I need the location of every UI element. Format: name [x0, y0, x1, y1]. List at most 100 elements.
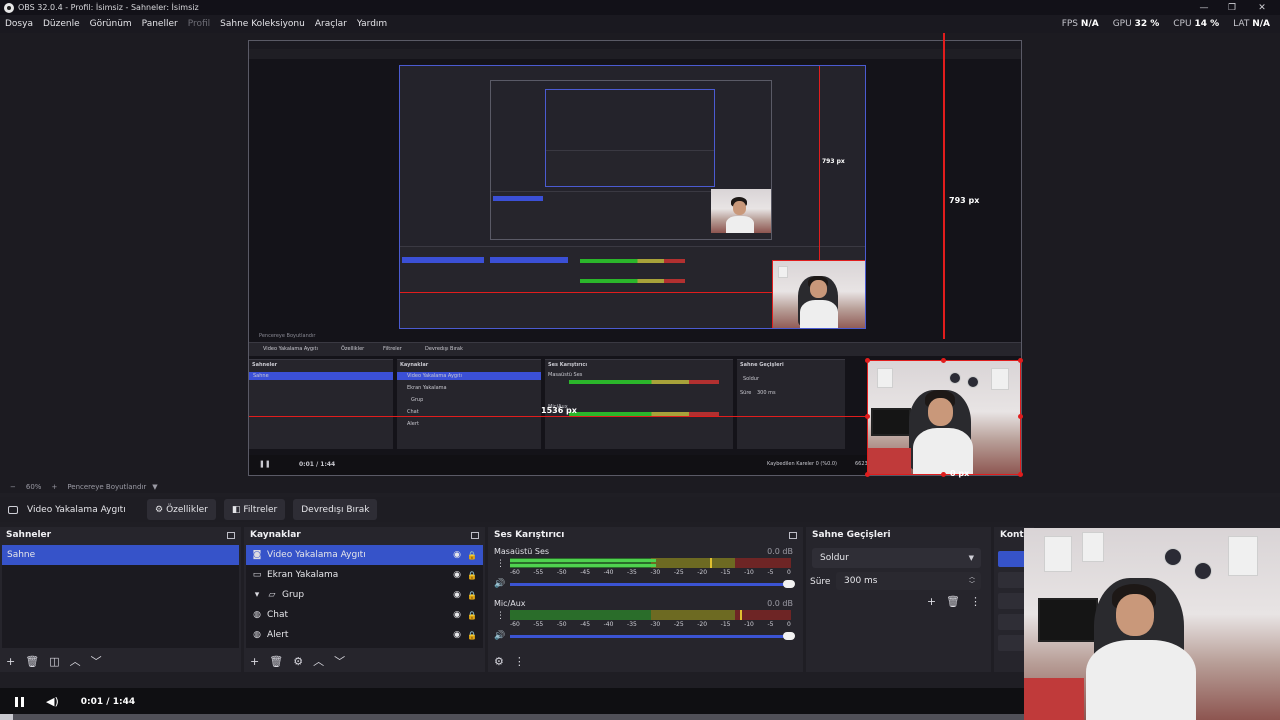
lock-icon[interactable]: 🔒 — [467, 611, 477, 620]
maximize-button[interactable]: ❐ — [1218, 0, 1246, 15]
scenes-dock-header: Sahneler — [0, 527, 241, 543]
speaker-icon[interactable]: 🔊 — [494, 579, 510, 589]
scene-filters-icon[interactable]: ◫ — [49, 655, 59, 668]
zoom-out-button[interactable]: − — [10, 483, 16, 491]
duration-label: Süre — [810, 577, 831, 587]
move-up-icon[interactable]: ︿ — [313, 653, 324, 669]
menu-sahne-koleksiyonu[interactable]: Sahne Koleksiyonu — [215, 19, 310, 29]
pause-icon[interactable] — [15, 696, 24, 707]
undock-icon[interactable] — [471, 531, 479, 539]
scene-item[interactable]: Sahne — [2, 545, 239, 565]
nested-selection-box — [772, 260, 865, 328]
gear-icon[interactable]: ⚙ — [293, 655, 303, 668]
spinner-icon[interactable]: ︿ ﹀ — [969, 574, 975, 588]
resize-handle-tr[interactable] — [1018, 358, 1023, 363]
add-icon[interactable]: + — [250, 655, 259, 668]
add-icon[interactable]: + — [927, 595, 936, 608]
fps-label: FPS — [1061, 19, 1079, 29]
source-item[interactable]: ◍ Alert ◉ 🔒 — [246, 625, 483, 645]
kebab-menu-icon[interactable]: ⋮ — [496, 611, 505, 621]
eye-icon[interactable]: ◉ — [453, 550, 461, 560]
source-item[interactable]: ◍ Chat ◉ 🔒 — [246, 605, 483, 625]
eye-icon[interactable]: ◉ — [453, 590, 461, 600]
volume-slider[interactable] — [510, 579, 795, 588]
facecam-overlay — [1024, 528, 1280, 720]
eye-icon[interactable]: ◉ — [453, 630, 461, 640]
speaker-icon[interactable]: 🔊 — [494, 631, 510, 641]
nested-source-2: Ekran Yakalama — [407, 385, 447, 391]
advanced-audio-icon[interactable]: ⚙ — [494, 655, 504, 668]
zoom-mode-dropdown[interactable]: Pencereye Boyutlandır — [67, 483, 146, 491]
volume-slider-knob[interactable] — [783, 579, 795, 588]
lock-icon[interactable]: 🔒 — [467, 591, 477, 600]
undock-icon[interactable] — [789, 531, 797, 539]
transition-select[interactable]: Soldur ▼ — [812, 548, 981, 568]
menu-gorunum[interactable]: Görünüm — [85, 19, 137, 29]
cpu-label: CPU — [1173, 19, 1192, 29]
meter-red-zone — [734, 610, 791, 620]
nested-source-1: Video Yakalama Aygıtı — [407, 373, 462, 379]
eye-icon[interactable]: ◉ — [453, 570, 461, 580]
eye-icon[interactable]: ◉ — [453, 610, 461, 620]
add-icon[interactable]: + — [6, 655, 15, 668]
mixer-title: Ses Karıştırıcı — [494, 530, 565, 540]
nested-webcam-2 — [711, 189, 771, 233]
resize-handle-bl[interactable] — [865, 472, 870, 477]
resize-handle-tl[interactable] — [865, 358, 870, 363]
deactivate-button[interactable]: Devredışı Bırak — [293, 499, 378, 520]
kebab-menu-icon[interactable]: ⋮ — [970, 595, 981, 608]
source-item[interactable]: ▭ Ekran Yakalama ◉ 🔒 — [246, 565, 483, 585]
trash-icon[interactable]: 🗑 — [25, 655, 39, 668]
source-item-label: Chat — [267, 610, 289, 620]
trash-icon[interactable]: 🗑 — [946, 595, 960, 608]
expand-arrow-icon[interactable]: ▾ — [252, 590, 262, 600]
move-up-icon[interactable]: ︿ — [70, 653, 81, 669]
trash-icon[interactable]: 🗑 — [269, 655, 283, 668]
move-down-icon[interactable]: ﹀ — [91, 653, 102, 669]
resize-handle-br[interactable] — [1018, 472, 1023, 477]
menu-yardim[interactable]: Yardım — [352, 19, 392, 29]
lock-icon[interactable]: 🔒 — [467, 571, 477, 580]
gpu-stat: GPU 32 % — [1113, 19, 1160, 29]
move-down-icon[interactable]: ﹀ — [334, 653, 345, 669]
nested-transitions-title: Sahne Geçişleri — [740, 362, 784, 368]
meter-scale-tick: -20 — [697, 569, 708, 576]
meter-level — [510, 564, 657, 567]
zoom-in-button[interactable]: + — [51, 483, 57, 491]
volume-slider[interactable] — [510, 631, 795, 640]
properties-button[interactable]: ⚙ Özellikler — [147, 499, 216, 520]
meter-scale-tick: -30 — [650, 569, 661, 576]
resize-handle-t[interactable] — [941, 358, 946, 363]
resize-handle-r[interactable] — [1018, 414, 1023, 419]
close-button[interactable]: ✕ — [1248, 0, 1276, 15]
menu-paneller[interactable]: Paneller — [137, 19, 183, 29]
filters-button[interactable]: ◧ Filtreler — [223, 499, 286, 520]
volume-row: 🔊 — [494, 631, 795, 641]
vinyl-record-2 — [1194, 562, 1212, 580]
volume-icon[interactable]: ◀) — [46, 695, 59, 708]
resize-handle-l[interactable] — [865, 414, 870, 419]
volume-row: 🔊 — [494, 579, 795, 589]
person-face — [1116, 594, 1154, 636]
kebab-menu-icon[interactable]: ⋮ — [514, 655, 525, 668]
kebab-menu-icon[interactable]: ⋮ — [496, 559, 505, 569]
channel-db: 0.0 dB — [767, 547, 793, 556]
menu-araclar[interactable]: Araçlar — [310, 19, 352, 29]
zoom-mode-caret-icon[interactable]: ▼ — [152, 483, 157, 491]
lock-icon[interactable]: 🔒 — [467, 551, 477, 560]
undock-icon[interactable] — [227, 531, 235, 539]
minimize-button[interactable]: — — [1190, 0, 1218, 15]
nested-source-4: Chat — [407, 409, 419, 415]
source-item[interactable]: ▾ ▱ Grup ◉ 🔒 — [246, 585, 483, 605]
preview-area[interactable]: 793 px Pencereye Boyutlandır Video Yakal… — [0, 33, 1280, 481]
nested-preview-3 — [545, 89, 715, 187]
selected-webcam-source[interactable] — [867, 360, 1021, 475]
menu-duzenle[interactable]: Düzenle — [38, 19, 85, 29]
duration-field[interactable]: 300 ms ︿ ﹀ — [836, 572, 981, 590]
volume-slider-knob[interactable] — [783, 631, 795, 640]
resize-handle-b[interactable] — [941, 472, 946, 477]
menu-dosya[interactable]: Dosya — [0, 19, 38, 29]
lock-icon[interactable]: 🔒 — [467, 631, 477, 640]
meter-scale-tick: -60 — [510, 569, 520, 576]
source-item[interactable]: ◙ Video Yakalama Aygıtı ◉ 🔒 — [246, 545, 483, 565]
